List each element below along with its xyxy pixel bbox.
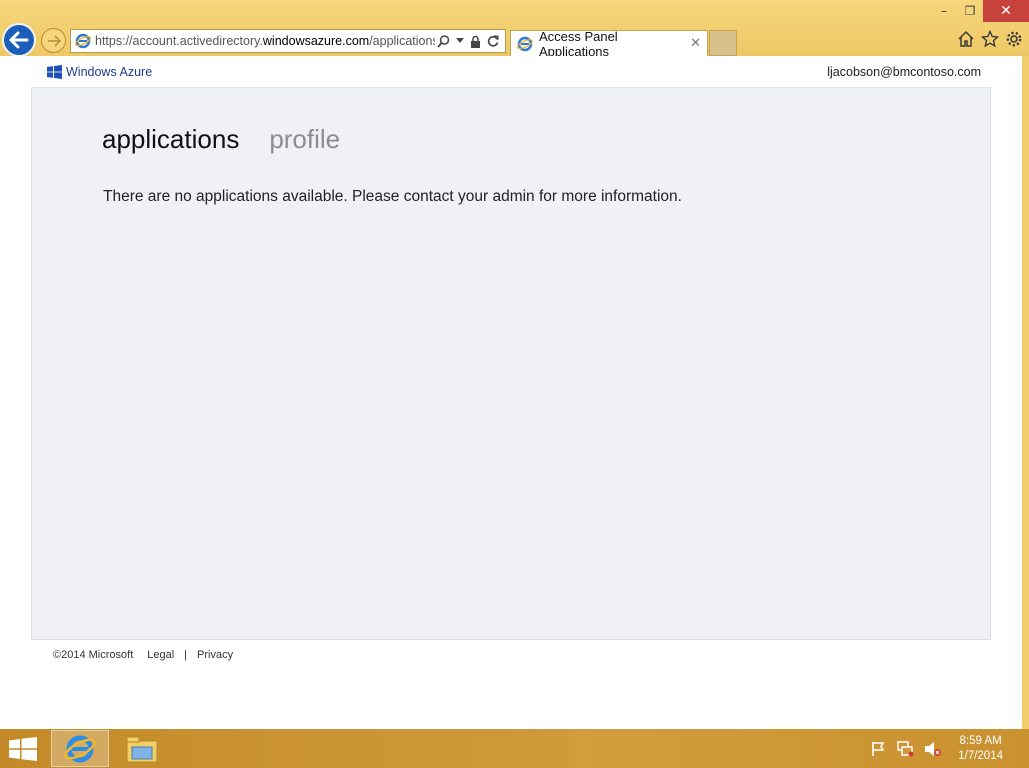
windows-logo-icon: [47, 64, 62, 79]
back-arrow-icon: [9, 31, 29, 49]
tab-title: Access Panel Applications: [538, 28, 618, 59]
footer-separator: |: [184, 649, 188, 661]
empty-state-message: There are no applications available. Ple…: [103, 188, 682, 205]
taskbar: 8:59 AM 1/7/2014: [0, 729, 1029, 768]
taskbar-internet-explorer[interactable]: [51, 730, 109, 767]
system-tray: [870, 741, 942, 757]
start-button[interactable]: [8, 737, 38, 765]
copyright: ©2014 Microsoft: [53, 649, 134, 661]
brand[interactable]: Windows Azure: [47, 64, 153, 79]
clock-time: 8:59 AM: [959, 735, 1002, 747]
ie-favicon-icon: [517, 36, 533, 51]
new-tab-button[interactable]: [709, 30, 737, 56]
page-nav: applications profile: [102, 124, 340, 155]
dropdown-arrow-icon[interactable]: [456, 38, 464, 44]
access-panel-site: Windows Azure ljacobson@bmcontoso.com ap…: [31, 56, 991, 670]
site-footer: ©2014 Microsoft Legal | Privacy: [31, 640, 991, 670]
internet-explorer-icon: [64, 735, 96, 762]
url-prefix: https://account.activedirectory.: [95, 34, 263, 48]
brand-name: Windows Azure: [66, 64, 153, 79]
legal-link[interactable]: Legal: [147, 649, 174, 661]
volume-muted-icon[interactable]: [924, 741, 942, 757]
windows-start-icon: [9, 737, 37, 761]
lock-icon[interactable]: [470, 35, 481, 48]
close-button[interactable]: ✕: [983, 0, 1029, 22]
forward-arrow-icon: [47, 34, 61, 47]
forward-button[interactable]: [41, 28, 66, 53]
user-account[interactable]: ljacobson@bmcontoso.com: [827, 65, 981, 79]
address-bar[interactable]: https://account.activedirectory.windowsa…: [70, 29, 506, 53]
ie-favicon-icon: [75, 33, 91, 49]
system-clock[interactable]: 8:59 AM 1/7/2014: [958, 734, 1003, 764]
browser-chrome: – ❐ ✕ https://account.activedirectory.wi…: [0, 0, 1029, 59]
refresh-icon[interactable]: [487, 35, 499, 47]
nav-profile[interactable]: profile: [269, 124, 340, 155]
privacy-link[interactable]: Privacy: [197, 649, 233, 661]
url-path: /applications,: [369, 34, 435, 48]
nav-applications[interactable]: applications: [102, 124, 239, 155]
search-icon[interactable]: [437, 34, 450, 48]
restore-button[interactable]: ❐: [957, 0, 983, 22]
network-icon[interactable]: [896, 741, 914, 757]
tab-close-icon[interactable]: ✕: [690, 36, 701, 51]
folder-icon: [126, 736, 158, 763]
browser-toolbar-icons: [957, 30, 1023, 48]
page-viewport: Windows Azure ljacobson@bmcontoso.com ap…: [0, 56, 1022, 729]
settings-gear-icon[interactable]: [1005, 30, 1023, 48]
favorites-star-icon[interactable]: [981, 30, 999, 48]
main-content: applications profile There are no applic…: [31, 88, 991, 640]
url-domain: windowsazure.com: [262, 34, 370, 48]
action-center-flag-icon[interactable]: [870, 741, 886, 757]
window-caption-buttons: – ❐ ✕: [931, 0, 1029, 22]
back-button[interactable]: [2, 23, 36, 57]
window-border: [1022, 56, 1029, 729]
home-icon[interactable]: [957, 30, 975, 48]
clock-date: 1/7/2014: [958, 750, 1003, 762]
url-text: https://account.activedirectory.windowsa…: [95, 34, 435, 48]
address-tools: [437, 34, 505, 48]
tab-access-panel[interactable]: Access Panel Applications ✕: [510, 28, 708, 59]
taskbar-file-explorer[interactable]: [122, 732, 162, 766]
minimize-button[interactable]: –: [931, 0, 957, 22]
site-header: Windows Azure ljacobson@bmcontoso.com: [31, 56, 991, 88]
